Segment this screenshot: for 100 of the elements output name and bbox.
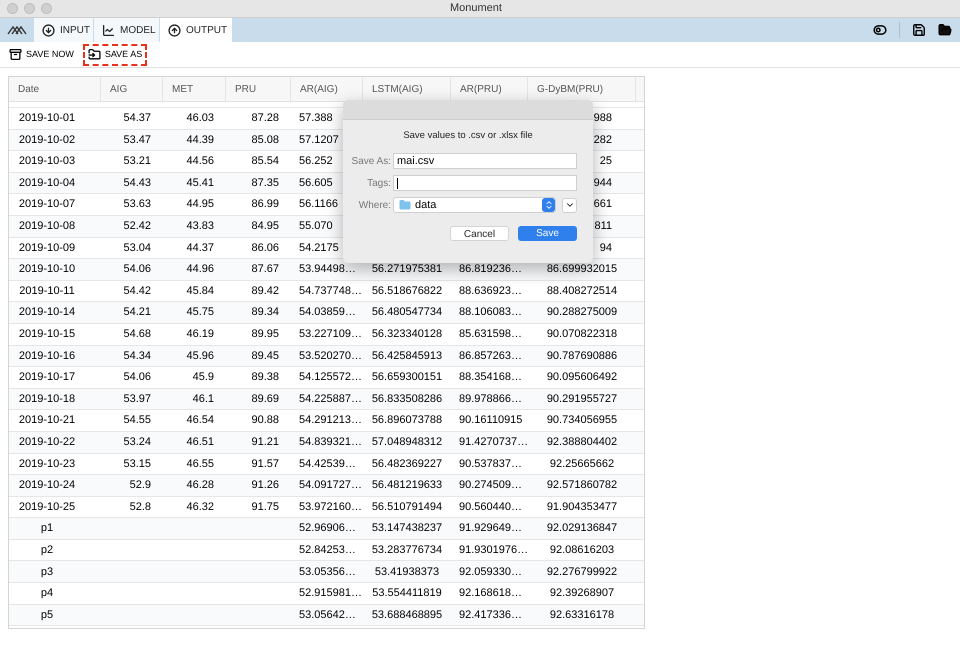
table-cell-text: 89.45 (251, 348, 279, 364)
table-cell-text: 89.38 (251, 370, 279, 386)
table-cell-text: 56.510791494 (372, 500, 442, 515)
table-cell-text: 46.54 (186, 413, 214, 428)
field-label: Tags: (367, 176, 391, 191)
table-cell-text: 54.291213… (299, 413, 362, 428)
table-cell-text: 56.896073788 (372, 413, 442, 428)
table-cell-text: 46.19 (186, 326, 214, 342)
field-label: Save As: (352, 154, 391, 169)
table-cell-text: 53.24 (123, 434, 151, 450)
table-cell-text: 2019-10-23 (18, 456, 76, 472)
table-cell-text: 86.06 (251, 240, 279, 256)
table-cell-text: 2019-10-07 (18, 197, 76, 212)
table-cell-text: 91.904353477 (546, 500, 618, 515)
table-cell-text: 57.388 (299, 111, 333, 126)
tab[interactable]: MODEL (94, 18, 160, 42)
table-cell-text: 88.408272514 (546, 284, 618, 299)
table-cell-text: 54.225887… (299, 392, 362, 407)
table-cell-text: 55.070 (299, 219, 333, 234)
table-cell-text: 87.35 (251, 176, 279, 191)
tab[interactable]: INPUT (34, 18, 94, 42)
column-header[interactable]: LSTM(AIG) (372, 82, 423, 96)
table-cell-text: 46.28 (186, 478, 214, 494)
table-cell-text: 90.734056955 (546, 413, 618, 428)
table-cell-text: 45.96 (186, 348, 214, 364)
table-cell-text: 85.08 (251, 132, 279, 148)
column-header[interactable]: G-DyBM(PRU) (537, 82, 604, 96)
table-cell-text: 91.21 (251, 434, 279, 450)
table-cell-text: 54.125572… (299, 370, 362, 386)
tab[interactable]: OUTPUT (160, 18, 232, 42)
table-cell-text: 25 (600, 154, 612, 170)
column-header[interactable]: MET (172, 82, 194, 96)
table-cell-text: p3 (40, 564, 54, 580)
table-cell-text: 54.43 (123, 176, 151, 191)
table-cell-text: 92.08616203 (550, 542, 614, 558)
table-cell-text: 54.55 (123, 413, 151, 428)
table-cell-text: 89.978866… (459, 392, 522, 407)
table-cell-text: 53.283776734 (372, 542, 442, 558)
column-header[interactable]: AIG (110, 82, 128, 96)
table-cell-text: 52.915981… (299, 586, 362, 602)
table-cell-text: 46.32 (186, 500, 214, 515)
table-cell-text: 90.288275009 (546, 305, 618, 320)
table-cell-text: 52.9 (130, 478, 151, 494)
table-cell-text: 92.059330… (459, 564, 522, 580)
table-cell-text: 54.06 (123, 262, 151, 278)
table-cell-text: 2019-10-18 (18, 392, 76, 407)
table-cell-text: 53.97 (123, 392, 151, 407)
table-cell-text: 90.070822318 (546, 326, 618, 342)
table-cell-text: 91.26 (251, 478, 279, 494)
table-cell-text: 43.83 (186, 219, 214, 234)
table-cell-text: 53.05356… (299, 564, 356, 580)
table-cell-text: 92.029136847 (546, 521, 618, 536)
table-cell-text: 53.63 (123, 197, 151, 212)
table-cell-text: 2019-10-04 (18, 176, 76, 191)
save-button[interactable]: Save (518, 226, 577, 242)
table-cell-text: 2019-10-08 (18, 219, 76, 234)
table-cell-text: 89.42 (251, 284, 279, 299)
table-cell-text: 45.9 (192, 370, 214, 386)
table-cell-text: 90.274509… (459, 478, 522, 494)
table-cell-text: 92.39268907 (550, 586, 614, 602)
input-field[interactable]: mai.csv (393, 153, 577, 170)
column-header[interactable]: PRU (235, 82, 256, 96)
cancel-button[interactable]: Cancel (450, 226, 509, 242)
table-cell-text: 2019-10-14 (18, 305, 76, 320)
table-cell-text: 45.41 (186, 176, 214, 191)
table-cell-text: 54.68 (123, 326, 151, 342)
table-cell-text: 92.388804402 (546, 434, 618, 450)
table-cell-text: 90.291955727 (546, 392, 618, 407)
column-header[interactable]: AR(AIG) (300, 82, 338, 96)
table-cell-text: 54.839321… (299, 434, 362, 450)
table-cell-text: 92.571860782 (546, 478, 618, 494)
table-cell-text: 54.42 (123, 284, 151, 299)
table-cell-text: 85.54 (251, 154, 279, 170)
window-title: Monument (450, 1, 502, 16)
save-now-button[interactable]: SAVE NOW (4, 44, 79, 66)
table-cell-text: 46.03 (186, 111, 214, 126)
column-header[interactable]: Date (18, 82, 40, 96)
save-as-button[interactable]: SAVE AS (82, 44, 148, 66)
table-cell-text: 56.1166 (299, 197, 338, 212)
table-cell-text: 57.048948312 (372, 434, 442, 450)
table-cell-text: 44.96 (186, 262, 214, 278)
column-header[interactable]: AR(PRU) (460, 82, 502, 96)
table-cell-text: 53.05642… (299, 608, 356, 623)
table-cell-text: 54.37 (123, 111, 151, 126)
table-cell-text: 54.737748… (299, 284, 362, 299)
table-cell-text: 44.95 (186, 197, 214, 212)
table-cell-text: 85.631598… (459, 326, 522, 342)
table-cell-text: 86.699932015 (546, 262, 618, 278)
table-cell-text: 89.34 (251, 305, 279, 320)
table-cell-text: 94 (600, 240, 612, 256)
table-cell-text: 53.688468895 (372, 608, 442, 623)
table-cell-text: 54.42539… (299, 456, 356, 472)
table-cell-text: p4 (40, 586, 54, 602)
table-cell-text: 45.75 (186, 305, 214, 320)
table-cell-text: 53.15 (123, 456, 151, 472)
table-cell-text: 56.481219633 (372, 478, 442, 494)
table-cell-text: 2019-10-17 (18, 370, 76, 386)
table-cell-text: 86.857263… (459, 348, 522, 364)
location-select[interactable]: data (393, 197, 556, 214)
table-cell-text: 56.833508286 (372, 392, 442, 407)
